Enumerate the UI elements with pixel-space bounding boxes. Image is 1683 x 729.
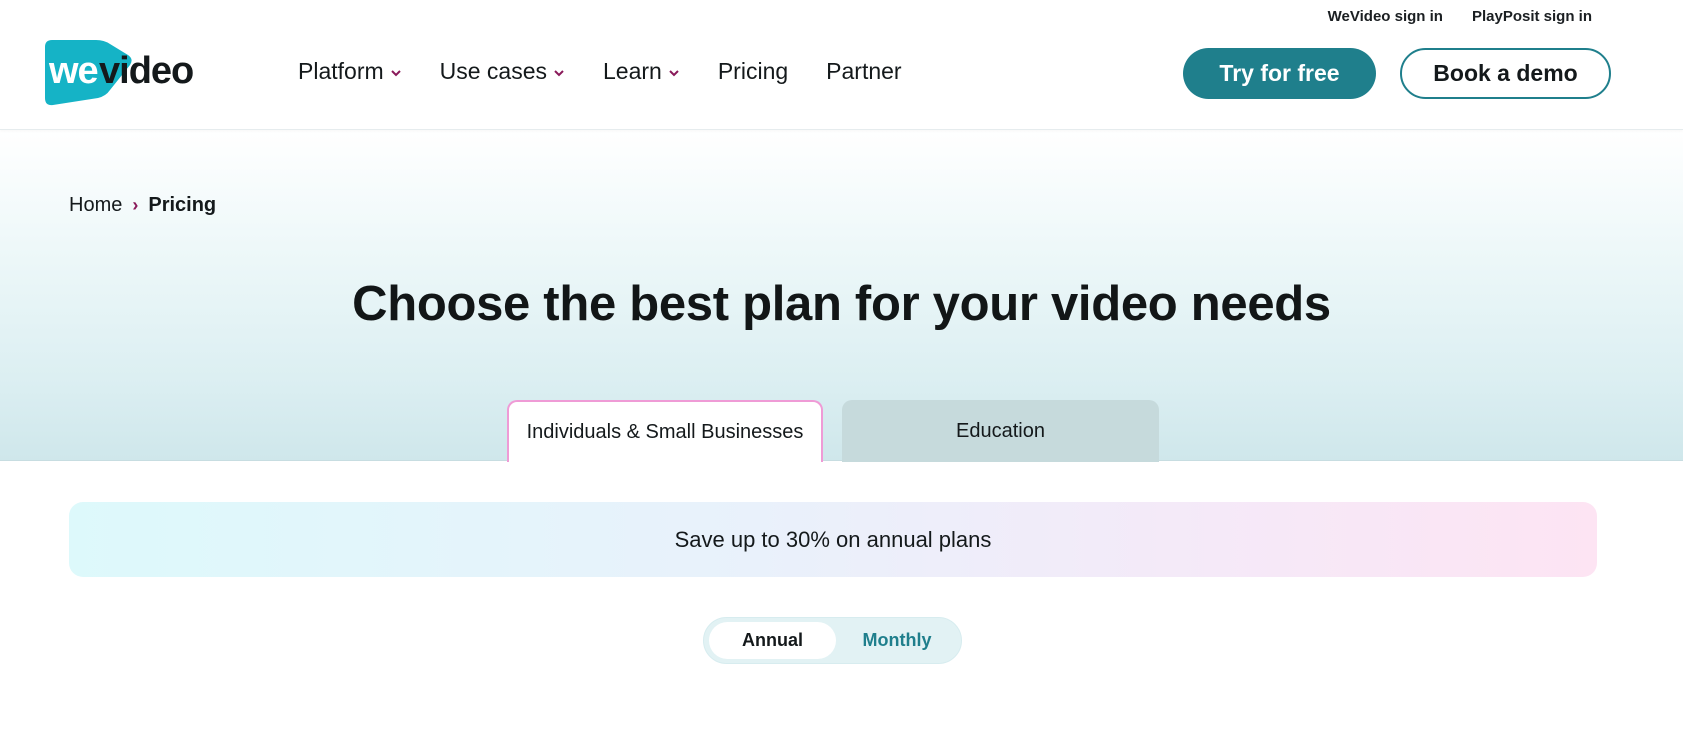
nav-partner[interactable]: Partner (826, 58, 901, 85)
breadcrumb: Home › Pricing (69, 194, 216, 217)
tab-education-label: Education (956, 419, 1045, 442)
playposit-sign-in-link[interactable]: PlayPosit sign in (1472, 8, 1592, 25)
nav-platform-label: Platform (298, 58, 384, 84)
tab-education[interactable]: Education (842, 400, 1159, 462)
main-nav: Platform Use cases Learn Pricing Partner (298, 58, 940, 85)
wevideo-logo[interactable]: we video (44, 38, 234, 108)
chevron-down-icon (554, 70, 564, 77)
logo-we-text: we (48, 50, 98, 92)
wevideo-sign-in-link[interactable]: WeVideo sign in (1328, 8, 1443, 25)
annual-savings-text: Save up to 30% on annual plans (674, 526, 992, 552)
billing-period-toggle: Annual Monthly (703, 617, 962, 664)
breadcrumb-home[interactable]: Home (69, 194, 122, 217)
pricing-hero: Home › Pricing Choose the best plan for … (0, 131, 1683, 462)
breadcrumb-current: Pricing (148, 194, 217, 216)
site-header: WeVideo sign in PlayPosit sign in we vid… (0, 0, 1683, 130)
tab-individuals-label: Individuals & Small Businesses (526, 420, 804, 443)
nav-learn[interactable]: Learn (603, 58, 680, 85)
page-title: Choose the best plan for your video need… (352, 277, 1331, 331)
top-links: WeVideo sign in PlayPosit sign in (1328, 8, 1592, 25)
billing-option-annual[interactable]: Annual (709, 622, 836, 659)
book-a-demo-button[interactable]: Book a demo (1400, 48, 1611, 99)
logo-video-text: video (99, 50, 193, 92)
nav-pricing-label: Pricing (717, 58, 789, 84)
chevron-down-icon (390, 70, 401, 77)
nav-partner-label: Partner (826, 58, 902, 84)
nav-learn-label: Learn (603, 58, 662, 84)
billing-option-monthly[interactable]: Monthly (836, 622, 958, 659)
tab-individuals-small-businesses[interactable]: Individuals & Small Businesses (507, 400, 823, 462)
chevron-down-icon (669, 70, 679, 77)
nav-use-cases-label: Use cases (439, 58, 548, 84)
nav-pricing[interactable]: Pricing (718, 58, 788, 85)
nav-use-cases[interactable]: Use cases (440, 58, 565, 85)
breadcrumb-separator-icon: › (132, 195, 139, 215)
nav-platform[interactable]: Platform (298, 58, 402, 85)
try-for-free-button[interactable]: Try for free (1183, 48, 1376, 99)
annual-savings-banner: Save up to 30% on annual plans (69, 502, 1597, 577)
